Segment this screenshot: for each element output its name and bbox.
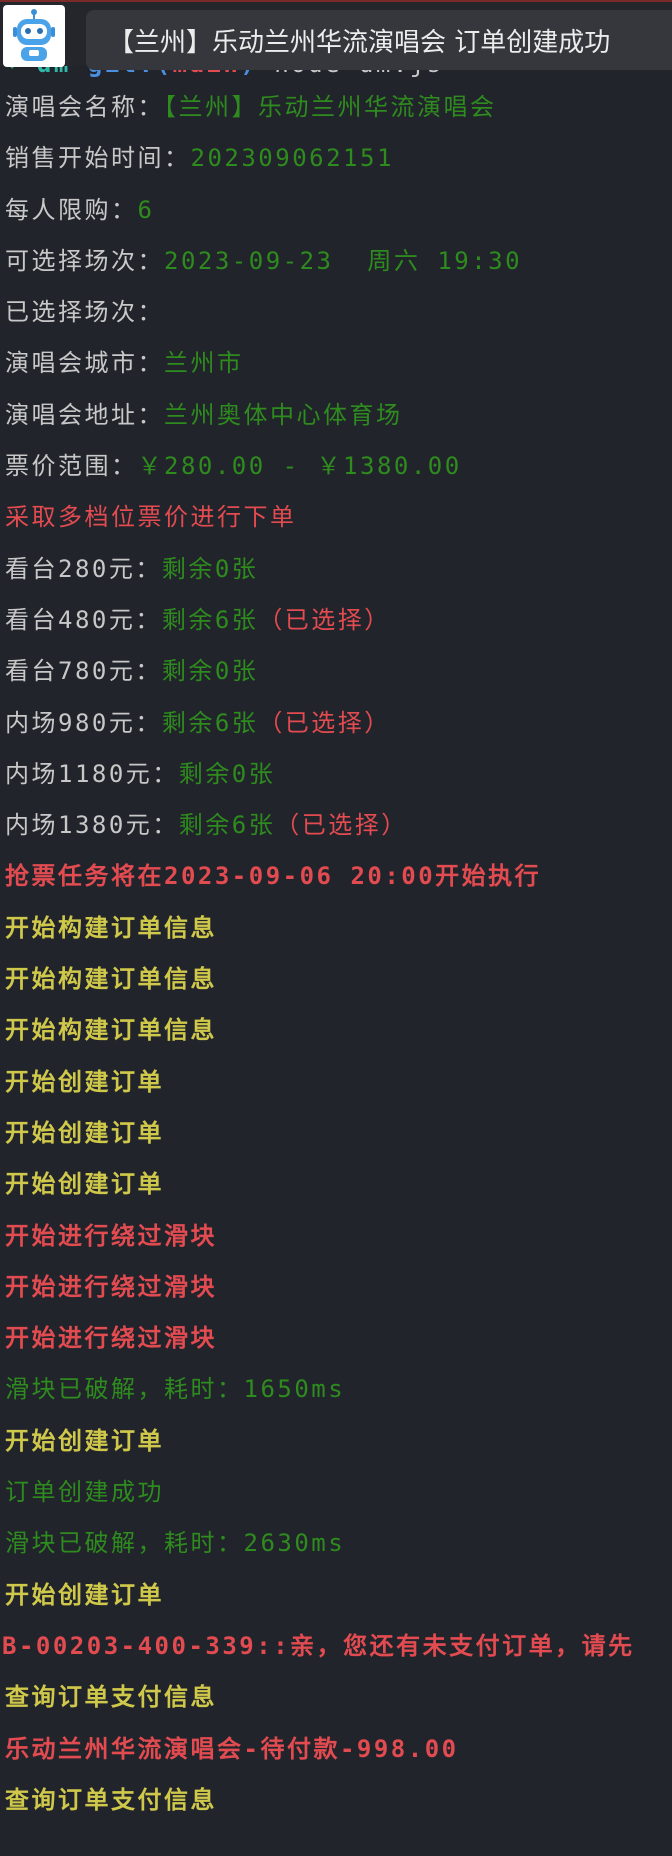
log-line: 开始进行绕过滑块 bbox=[5, 1324, 217, 1353]
sale-time-value: 202309062151 bbox=[190, 144, 394, 173]
price-range-line: 票价范围：￥280.00 - ￥1380.00 bbox=[0, 441, 672, 492]
notification-text: 【兰州】乐动兰州华流演唱会 订单创建成功 bbox=[108, 27, 611, 58]
limit-label: 每人限购： bbox=[5, 195, 138, 224]
log-line: 开始进行绕过滑块 bbox=[5, 1272, 217, 1301]
ticket-line: 内场980元：剩余6张（已选择） bbox=[0, 698, 672, 749]
ticket-line: 内场1380元：剩余6张（已选择） bbox=[0, 800, 672, 851]
notification-bar: 【兰州】乐动兰州华流演唱会 订单创建成功 bbox=[0, 0, 672, 70]
ticket-remain: 剩余6张 bbox=[178, 811, 276, 840]
log-line: 开始创建订单 bbox=[5, 1170, 164, 1199]
city-label: 演唱会城市： bbox=[5, 349, 164, 378]
ticket-label: 内场1180元： bbox=[5, 759, 179, 788]
ticket-remain: 剩余0张 bbox=[161, 554, 259, 583]
ticket-label: 内场980元： bbox=[5, 708, 162, 737]
city-line: 演唱会城市：兰州市 bbox=[0, 338, 672, 389]
limit-line: 每人限购：6 bbox=[0, 185, 672, 236]
ticket-remain: 剩余0张 bbox=[161, 657, 259, 686]
sessions-label: 可选择场次： bbox=[5, 246, 164, 275]
price-range-value: ￥280.00 - ￥1380.00 bbox=[137, 452, 462, 481]
ticket-line: 内场1180元：剩余0张 bbox=[0, 749, 672, 800]
log-line: 查询订单支付信息 bbox=[5, 1683, 217, 1712]
ticket-selected: （已选择） bbox=[258, 708, 391, 737]
log-line: 开始进行绕过滑块 bbox=[5, 1221, 217, 1250]
log-line: 订单创建成功 bbox=[5, 1478, 164, 1507]
ticket-line: 看台780元：剩余0张 bbox=[0, 646, 672, 697]
log-line: 开始创建订单 bbox=[5, 1580, 164, 1609]
ticket-selected: （已选择） bbox=[258, 605, 391, 634]
log-line: 滑块已破解，耗时：1650ms bbox=[5, 1375, 346, 1404]
log-line: 开始创建订单 bbox=[5, 1067, 164, 1096]
log-line: 开始创建订单 bbox=[5, 1426, 164, 1455]
log-line: 滑块已破解，耗时：2630ms bbox=[5, 1529, 346, 1558]
ticket-remain: 剩余6张 bbox=[161, 605, 259, 634]
address-label: 演唱会地址： bbox=[5, 400, 164, 429]
sale-time-line: 销售开始时间：202309062151 bbox=[0, 133, 672, 184]
concert-name-line: 演唱会名称：【兰州】乐动兰州华流演唱会 bbox=[0, 82, 672, 133]
concert-name-label: 演唱会名称： bbox=[5, 93, 164, 121]
ticket-line: 看台280元：剩余0张 bbox=[0, 544, 672, 595]
ticket-line: 看台480元：剩余6张（已选择） bbox=[0, 595, 672, 646]
ticket-label: 看台280元： bbox=[5, 554, 162, 583]
selected-session-label: 已选择场次： bbox=[5, 298, 164, 327]
price-range-label: 票价范围： bbox=[5, 452, 138, 481]
concert-name-value: 【兰州】乐动兰州华流演唱会 bbox=[164, 93, 497, 121]
address-value: 兰州奥体中心体育场 bbox=[164, 400, 403, 429]
terminal-output: ➜ dm git:(main) node dm.js 演唱会名称：【兰州】乐动兰… bbox=[0, 52, 672, 1826]
address-line: 演唱会地址：兰州奥体中心体育场 bbox=[0, 390, 672, 441]
sessions-line: 可选择场次：2023-09-23 周六 19:30 bbox=[0, 236, 672, 287]
ticket-label: 看台480元： bbox=[5, 605, 162, 634]
sessions-value: 2023-09-23 周六 19:30 bbox=[164, 246, 523, 275]
limit-value: 6 bbox=[137, 195, 155, 224]
ticket-label: 内场1380元： bbox=[5, 811, 179, 840]
ticket-remain: 剩余0张 bbox=[178, 759, 276, 788]
log-line: 开始构建订单信息 bbox=[5, 965, 217, 994]
pending-order-line: 乐动兰州华流演唱会-待付款-998.00 bbox=[5, 1734, 459, 1763]
log-line: 查询订单支付信息 bbox=[5, 1785, 217, 1814]
selected-session-line: 已选择场次： bbox=[0, 287, 672, 338]
strategy-text: 采取多档位票价进行下单 bbox=[5, 503, 297, 532]
log-line: 开始构建订单信息 bbox=[5, 1016, 217, 1045]
log-line: 抢票任务将在2023-09-06 20:00开始执行 bbox=[5, 862, 542, 891]
log-line: 开始创建订单 bbox=[5, 1118, 164, 1147]
error-line: B-00203-400-339::亲，您还有未支付订单，请先 bbox=[2, 1631, 635, 1660]
robot-icon[interactable] bbox=[3, 5, 65, 67]
ticket-selected: （已选择） bbox=[275, 811, 408, 840]
ticket-remain: 剩余6张 bbox=[161, 708, 259, 737]
sale-time-label: 销售开始时间： bbox=[5, 144, 191, 173]
log-line: 开始构建订单信息 bbox=[5, 913, 217, 942]
notification-banner[interactable]: 【兰州】乐动兰州华流演唱会 订单创建成功 bbox=[86, 10, 672, 70]
city-value: 兰州市 bbox=[164, 349, 244, 378]
ticket-label: 看台780元： bbox=[5, 657, 162, 686]
strategy-line: 采取多档位票价进行下单 bbox=[0, 492, 672, 543]
